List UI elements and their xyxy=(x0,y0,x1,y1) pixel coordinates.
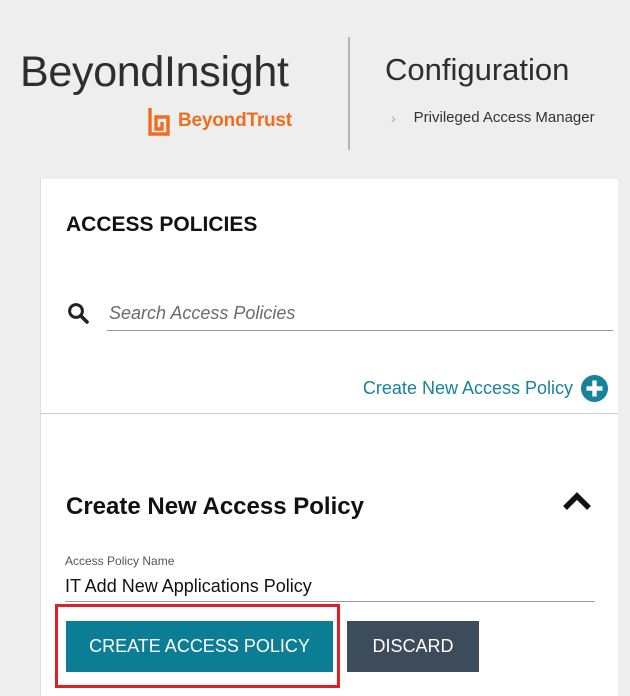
chevron-right-icon: › xyxy=(391,109,396,126)
section-title: Configuration xyxy=(385,52,570,87)
access-policy-name-input[interactable] xyxy=(65,571,595,602)
panel-title: ACCESS POLICIES xyxy=(66,213,258,236)
create-access-policy-button[interactable]: CREATE ACCESS POLICY xyxy=(66,621,333,672)
brand-name: BeyondTrust xyxy=(178,110,292,131)
app-header: BeyondInsight BeyondTrust Configuration … xyxy=(0,0,630,160)
search-icon xyxy=(68,303,89,324)
panel-divider xyxy=(41,413,618,414)
discard-button[interactable]: DISCARD xyxy=(347,621,479,672)
plus-circle-icon[interactable] xyxy=(581,375,608,402)
breadcrumb-item-privileged-access-manager[interactable]: Privileged Access Manager xyxy=(414,109,595,126)
brand-logo: BeyondTrust xyxy=(147,106,292,136)
breadcrumb: › Privileged Access Manager xyxy=(391,109,595,126)
beyondtrust-logo-icon xyxy=(148,108,170,136)
app-title: BeyondInsight xyxy=(20,48,289,96)
create-link-label: Create New Access Policy xyxy=(362,378,573,398)
header-divider xyxy=(348,37,350,150)
chevron-up-icon[interactable] xyxy=(562,491,592,511)
create-new-access-policy-link[interactable]: Create New Access Policy xyxy=(363,375,608,402)
access-policy-name-label: Access Policy Name xyxy=(65,554,175,568)
form-title: Create New Access Policy xyxy=(66,493,364,520)
access-policies-panel: ACCESS POLICIES Create New Access Policy… xyxy=(40,179,618,696)
search-input[interactable] xyxy=(107,296,613,331)
